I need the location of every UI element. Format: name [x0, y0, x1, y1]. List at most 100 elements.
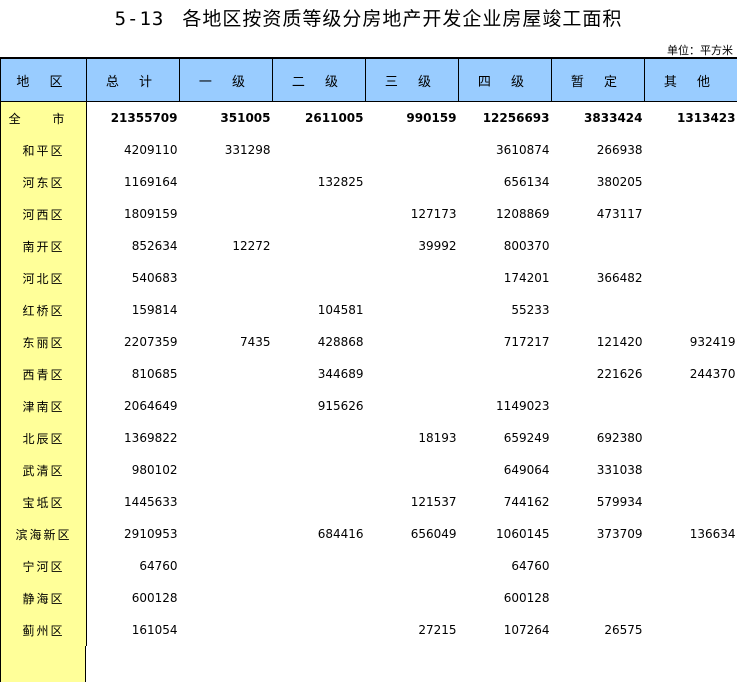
value-cell: [645, 134, 737, 166]
value-cell: [273, 486, 366, 518]
value-cell: [180, 486, 273, 518]
value-cell: 121420: [596, 335, 643, 349]
region-column-fill: [0, 646, 86, 682]
region-name: 滨海新区: [0, 518, 87, 550]
value-cell: 980102: [131, 463, 178, 477]
table-row: 西青区 810685 344689 221626 244370: [0, 358, 737, 390]
value-cell: [645, 422, 737, 454]
table-row: 红桥区 159814 104581 55233: [0, 294, 737, 326]
value-cell: [180, 262, 273, 294]
value-cell: 132825: [317, 175, 364, 189]
value-cell: [180, 454, 273, 486]
value-cell: [180, 390, 273, 422]
value-cell: [645, 230, 737, 262]
region-name: 全 市: [0, 101, 87, 134]
region-name: 武清区: [0, 454, 87, 486]
unit-label: 单位：平方米: [667, 44, 733, 57]
value-cell: [273, 262, 366, 294]
value-cell: 1169164: [124, 175, 178, 189]
value-cell: 104581: [317, 303, 364, 317]
value-cell: 1369822: [124, 431, 178, 445]
region-name: 静海区: [0, 582, 87, 614]
value-cell: 12272: [232, 239, 271, 253]
value-cell: [273, 198, 366, 230]
table-row: 蓟州区 161054 27215 107264 26575: [0, 614, 737, 646]
value-cell: 27215: [418, 623, 457, 637]
table-row: 宁河区 64760 64760: [0, 550, 737, 582]
value-cell: [366, 390, 459, 422]
value-cell: 744162: [503, 495, 550, 509]
value-cell: 800370: [503, 239, 550, 253]
value-cell: [645, 294, 737, 326]
value-cell: 659249: [503, 431, 550, 445]
region-name: 蓟州区: [0, 614, 87, 646]
value-cell: 1149023: [496, 399, 550, 413]
value-cell: [180, 294, 273, 326]
table-row: 河北区 540683 174201 366482: [0, 262, 737, 294]
value-cell: 2064649: [124, 399, 178, 413]
value-cell: [366, 550, 459, 582]
table-row: 滨海新区 2910953 684416 656049 1060145 373709 1366…: [0, 518, 737, 550]
value-cell: 55233: [511, 303, 550, 317]
value-cell: [366, 326, 459, 358]
table-row: 津南区 2064649 915626 1149023: [0, 390, 737, 422]
value-cell: 684416: [317, 527, 364, 541]
value-cell: 7435: [239, 335, 271, 349]
column-header: 暂 定: [551, 57, 645, 102]
value-cell: [366, 262, 459, 294]
value-cell: 3833424: [584, 111, 643, 125]
page-title: 5-13 各地区按资质等级分房地产开发企业房屋竣工面积: [0, 4, 737, 31]
value-cell: 64760: [511, 559, 550, 573]
value-cell: [180, 422, 273, 454]
region-name: 宁河区: [0, 550, 87, 582]
value-cell: [366, 454, 459, 486]
value-cell: 373709: [596, 527, 643, 541]
value-cell: 810685: [131, 367, 178, 381]
region-name: 西青区: [0, 358, 87, 390]
value-cell: 121537: [410, 495, 457, 509]
value-cell: [180, 198, 273, 230]
value-cell: 174201: [503, 271, 550, 285]
value-cell: 107264: [503, 623, 550, 637]
value-cell: 18193: [418, 431, 457, 445]
value-cell: 656134: [503, 175, 550, 189]
value-cell: 26575: [604, 623, 643, 637]
column-header: 其 他: [644, 57, 737, 102]
data-table: 地 区总 计一 级二 级三 级四 级暂 定其 他 全 市 21355709 3510…: [0, 57, 737, 646]
value-cell: 1809159: [124, 207, 178, 221]
value-cell: [273, 582, 366, 614]
value-cell: 1445633: [124, 495, 178, 509]
table-row: 武清区 980102 649064 331038: [0, 454, 737, 486]
value-cell: [180, 614, 273, 646]
value-cell: [273, 134, 366, 166]
value-cell: [180, 550, 273, 582]
value-cell: 915626: [317, 399, 364, 413]
table-row: 和平区 4209110 331298 3610874 266938: [0, 134, 737, 166]
column-header: 四 级: [458, 57, 552, 102]
value-cell: [366, 166, 459, 198]
table-number: 5-13: [114, 8, 165, 30]
value-cell: [552, 230, 645, 262]
table-body: 全 市 21355709 351005 2611005 990159 12256693 38…: [0, 101, 737, 646]
column-header: 地 区: [0, 57, 87, 102]
value-cell: [273, 614, 366, 646]
value-cell: 21355709: [110, 111, 178, 125]
value-cell: 600128: [131, 591, 178, 605]
value-cell: 649064: [503, 463, 550, 477]
column-header: 一 级: [179, 57, 273, 102]
value-cell: [273, 454, 366, 486]
region-name: 河东区: [0, 166, 87, 198]
value-cell: 380205: [596, 175, 643, 189]
value-cell: 344689: [317, 367, 364, 381]
value-cell: [552, 294, 645, 326]
value-cell: [366, 582, 459, 614]
value-cell: 221626: [596, 367, 643, 381]
region-name: 河西区: [0, 198, 87, 230]
value-cell: 4209110: [124, 143, 178, 157]
value-cell: [180, 166, 273, 198]
region-name: 宝坻区: [0, 486, 87, 518]
column-header: 二 级: [272, 57, 366, 102]
region-name: 东丽区: [0, 326, 87, 358]
value-cell: 600128: [503, 591, 550, 605]
value-cell: 932419: [689, 335, 736, 349]
